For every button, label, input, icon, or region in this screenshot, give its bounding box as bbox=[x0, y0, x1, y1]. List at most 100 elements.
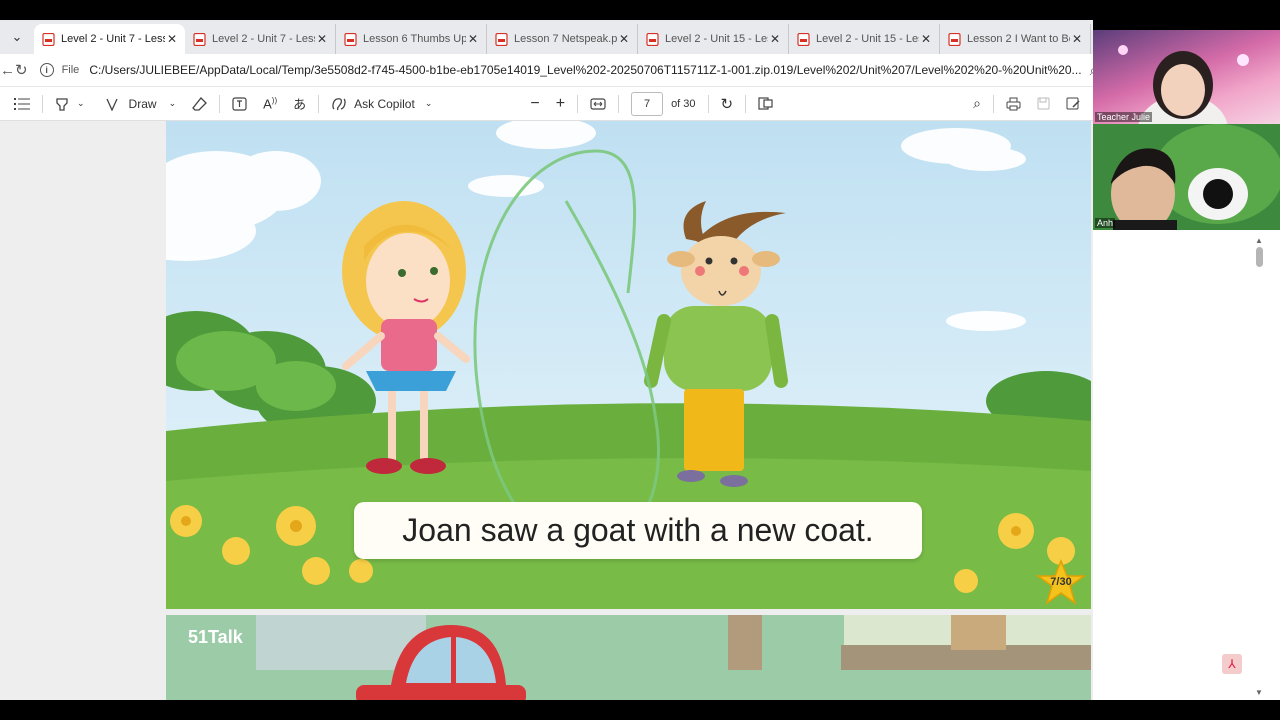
erase-button[interactable] bbox=[184, 87, 215, 121]
page-badge: 7/30 bbox=[1050, 576, 1072, 588]
close-icon[interactable]: ✕ bbox=[315, 32, 329, 46]
draw-label: Draw bbox=[128, 96, 157, 111]
tab-2[interactable]: Lesson 6 Thumbs Up.p ✕ bbox=[336, 24, 487, 54]
translate-icon: あ bbox=[293, 97, 307, 112]
pdf-file-icon bbox=[42, 32, 55, 46]
screen: ⌄ Level 2 - Unit 7 - Lesson✕Level 2 - Un… bbox=[0, 0, 1280, 720]
video-tile-student: Anh bbox=[1093, 124, 1280, 230]
divider bbox=[745, 94, 747, 113]
tab-label: Level 2 - Unit 7 - Lesso bbox=[212, 33, 315, 45]
pdf-file-icon bbox=[193, 32, 206, 46]
divider bbox=[577, 94, 579, 113]
translate-button[interactable]: あ bbox=[285, 87, 314, 121]
reload-button[interactable]: ↻ bbox=[15, 61, 28, 79]
copilot-button[interactable]: Ask Copilot ⌄ bbox=[323, 87, 440, 121]
save-as-icon bbox=[1066, 97, 1080, 109]
scroll-down-icon[interactable]: ▼ bbox=[1255, 688, 1263, 697]
tab-5[interactable]: Level 2 - Unit 15 - Less ✕ bbox=[789, 24, 940, 54]
divider bbox=[219, 94, 221, 113]
save-button[interactable] bbox=[1029, 87, 1058, 121]
tab-label: Level 2 - Unit 15 - Less bbox=[816, 33, 919, 45]
tab-label: Level 2 - Unit 7 - Lesson bbox=[61, 33, 165, 45]
browser-window: ⌄ Level 2 - Unit 7 - Lesson✕Level 2 - Un… bbox=[0, 20, 1097, 700]
url-text[interactable]: C:/Users/JULIEBEE/AppData/Local/Temp/3e5… bbox=[89, 63, 1081, 77]
slide-caption: Joan saw a goat with a new coat. bbox=[354, 502, 922, 559]
chevron-down-icon: ⌄ bbox=[168, 98, 177, 108]
divider bbox=[707, 94, 709, 113]
zoom-in-button[interactable]: + bbox=[548, 87, 573, 121]
page-view-icon bbox=[758, 97, 773, 110]
bottom-black-bar bbox=[0, 700, 1280, 720]
address-bar: ← ↻ i File C:/Users/JULIEBEE/AppData/Loc… bbox=[0, 54, 1097, 87]
pdf-page-8-preview: 51Talk bbox=[166, 615, 1091, 700]
pdf-file-icon bbox=[646, 32, 659, 46]
chevron-down-icon: ⌄ bbox=[424, 98, 433, 108]
pdf-file-icon bbox=[344, 32, 357, 46]
search-icon: ⌕ bbox=[973, 95, 981, 111]
close-icon[interactable]: ✕ bbox=[165, 32, 179, 46]
plus-icon: + bbox=[555, 94, 566, 112]
pdf-toolbar: ⌄ Draw ⌄ A)) あ Ask Copilot ⌄ − + 7 of 30… bbox=[0, 87, 1093, 121]
search-button[interactable]: ⌕ bbox=[965, 87, 989, 121]
text-box-button[interactable] bbox=[224, 87, 255, 121]
rotate-icon: ↻ bbox=[720, 95, 734, 113]
slide2-illustration bbox=[166, 615, 1091, 700]
contents-button[interactable] bbox=[0, 87, 38, 121]
info-icon[interactable]: i bbox=[39, 63, 54, 77]
read-aloud-button[interactable]: A)) bbox=[255, 87, 285, 121]
chevron-down-icon: ⌄ bbox=[77, 98, 85, 108]
tab-strip: ⌄ Level 2 - Unit 7 - Lesson✕Level 2 - Un… bbox=[0, 20, 1093, 54]
draw-icon bbox=[105, 98, 118, 111]
copilot-label: Ask Copilot bbox=[354, 96, 415, 111]
save-as-button[interactable] bbox=[1058, 87, 1093, 121]
divider bbox=[618, 94, 620, 113]
tab-3[interactable]: Lesson 7 Netspeak.pdf ✕ bbox=[487, 24, 638, 54]
teacher-name-label: Teacher Julie bbox=[1095, 112, 1153, 122]
url-box[interactable]: i File C:/Users/JULIEBEE/AppData/Local/T… bbox=[34, 57, 1112, 83]
page-number-input[interactable]: 7 bbox=[631, 91, 664, 116]
student-name-label: Anh bbox=[1095, 218, 1116, 228]
rotate-button[interactable]: ↻ bbox=[713, 87, 742, 121]
tab-6[interactable]: Lesson 2 I Want to Be a✕ bbox=[940, 24, 1091, 54]
draw-button[interactable]: Draw ⌄ bbox=[97, 87, 185, 121]
tab-label: Level 2 - Unit 15 - Less bbox=[665, 33, 768, 45]
tab-1[interactable]: Level 2 - Unit 7 - Lesso ✕ bbox=[185, 24, 336, 54]
eraser-icon bbox=[192, 96, 208, 111]
tab-label: Lesson 2 I Want to Be a bbox=[967, 33, 1070, 45]
teacher-video-image bbox=[1118, 45, 1249, 124]
pdf-file-icon bbox=[948, 32, 961, 46]
tab-label: Lesson 7 Netspeak.pdf bbox=[514, 33, 617, 45]
page-view-button[interactable] bbox=[750, 87, 781, 121]
divider bbox=[993, 94, 994, 113]
scrollbar-track[interactable] bbox=[1093, 230, 1280, 700]
divider bbox=[42, 94, 43, 113]
fit-width-button[interactable] bbox=[582, 87, 614, 121]
pdf-file-icon bbox=[495, 32, 508, 46]
pdf-page-7: Joan saw a goat with a new coat. 7/30 bbox=[166, 121, 1091, 609]
minus-icon: − bbox=[530, 94, 540, 112]
tab-search-button[interactable]: ⌄ bbox=[0, 20, 34, 54]
tab-4[interactable]: Level 2 - Unit 15 - Less ✕ bbox=[638, 24, 789, 54]
acrobat-icon[interactable]: ⅄ bbox=[1222, 654, 1242, 674]
top-black-bar bbox=[0, 0, 1280, 20]
close-icon[interactable]: ✕ bbox=[1070, 32, 1084, 46]
print-button[interactable] bbox=[998, 87, 1029, 121]
scrollbar-thumb[interactable] bbox=[1256, 247, 1263, 267]
close-icon[interactable]: ✕ bbox=[617, 32, 631, 46]
divider bbox=[318, 94, 320, 113]
back-button[interactable]: ← bbox=[0, 62, 15, 79]
read-aloud-icon: A)) bbox=[263, 95, 278, 112]
student-video-image bbox=[1093, 124, 1280, 230]
print-icon bbox=[1006, 97, 1021, 110]
close-icon[interactable]: ✕ bbox=[768, 32, 782, 46]
scroll-up-icon[interactable]: ▲ bbox=[1255, 236, 1263, 245]
highlighter-icon bbox=[56, 97, 68, 111]
close-icon[interactable]: ✕ bbox=[919, 32, 933, 46]
copilot-icon bbox=[332, 97, 346, 110]
page-total: of 30 bbox=[671, 97, 696, 110]
zoom-out-button[interactable]: − bbox=[522, 87, 547, 121]
tab-0[interactable]: Level 2 - Unit 7 - Lesson✕ bbox=[34, 24, 185, 54]
close-icon[interactable]: ✕ bbox=[466, 32, 480, 46]
highlight-button[interactable]: ⌄ bbox=[47, 87, 93, 121]
document-area[interactable]: Joan saw a goat with a new coat. 7/30 51… bbox=[0, 121, 1093, 700]
